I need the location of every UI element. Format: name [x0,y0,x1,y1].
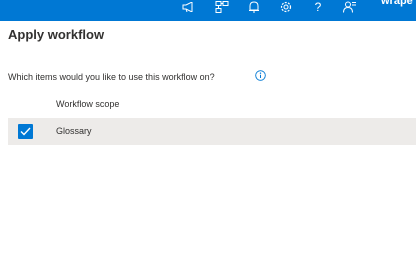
megaphone-icon[interactable] [179,0,199,14]
checkmark-icon [20,127,31,136]
help-glyph: ? [314,0,322,14]
scope-question: Which items would you like to use this w… [8,72,215,82]
bell-icon[interactable] [244,0,264,14]
column-header-workflow-scope: Workflow scope [56,99,120,109]
top-bar: ? wrape [0,0,416,21]
row-checkbox[interactable] [18,124,33,139]
gear-icon[interactable] [276,0,296,14]
table-row[interactable]: Glossary [8,118,416,145]
page-title: Apply workflow [8,27,105,42]
user-name[interactable]: wrape [381,0,413,7]
org-chart-icon[interactable] [212,0,232,14]
row-label: Glossary [56,126,92,136]
info-icon[interactable] [254,69,266,81]
people-icon[interactable] [340,0,360,14]
help-icon[interactable]: ? [308,0,328,14]
